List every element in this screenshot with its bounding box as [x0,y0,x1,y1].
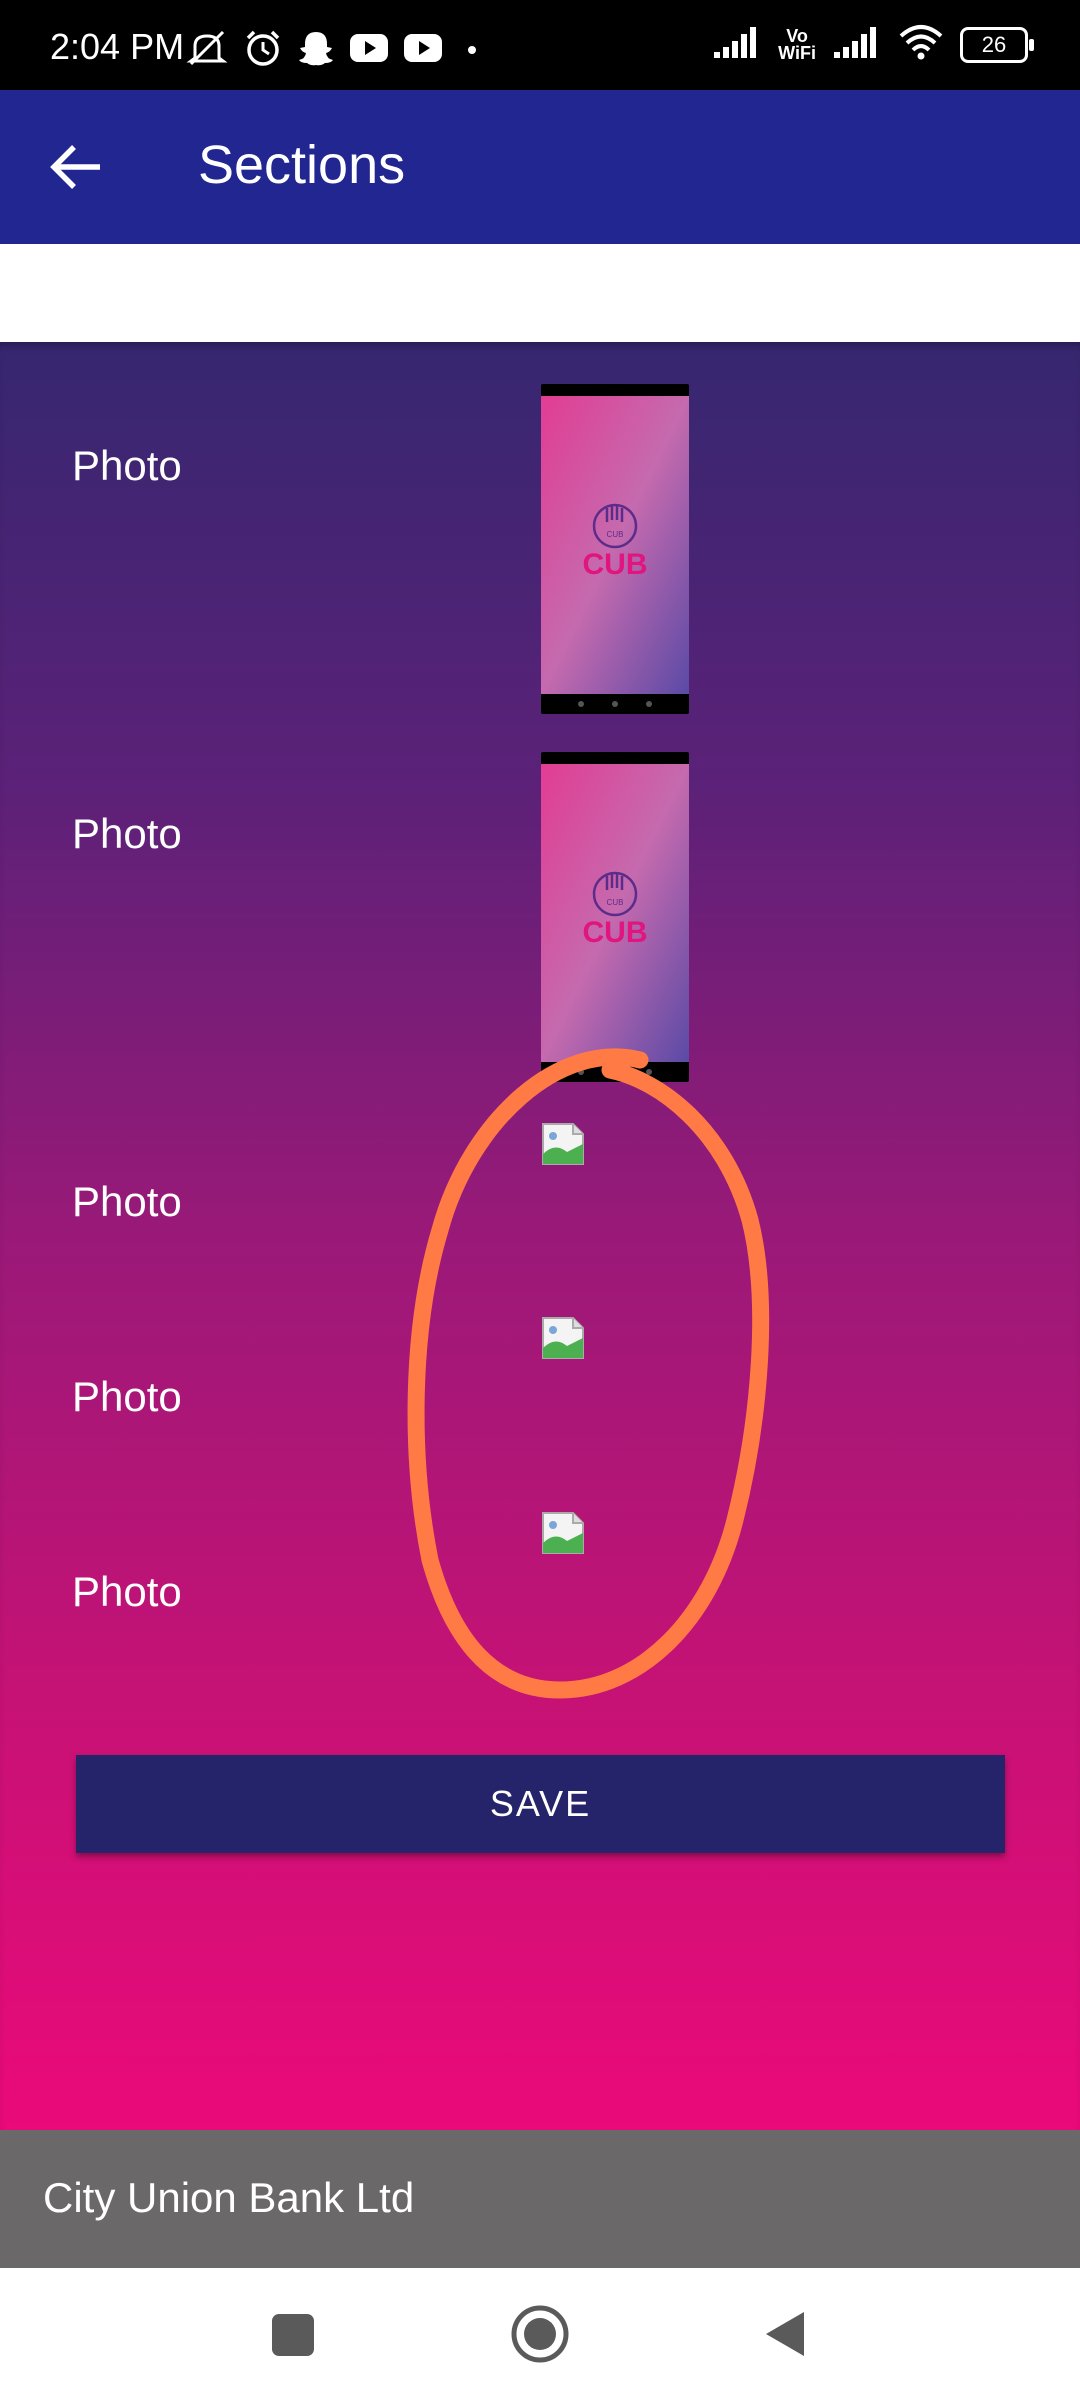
svg-text:CUB: CUB [583,548,648,581]
photo-label: Photo [72,442,182,489]
youtube-icon [403,32,443,69]
photo-label: Photo [72,810,182,857]
photo-label: Photo [72,1373,182,1420]
vowifi-icon: Vo WiFi [778,27,816,63]
broken-image-icon[interactable] [541,1316,585,1360]
snapchat-icon [297,29,335,72]
signal-icon [712,24,762,65]
page-title: Sections [198,135,406,195]
youtube-icon [349,32,389,69]
save-button[interactable]: SAVE [76,1755,1005,1853]
photo-thumbnail[interactable]: CUB CUB [541,384,689,714]
status-time: 2:04 PM [50,26,185,67]
svg-text:CUB: CUB [607,530,624,539]
sections-content: Photo CUB CUB Photo CUB CUB Photo Photo … [0,342,1080,2130]
home-circle-icon[interactable] [508,2302,572,2366]
signal-icon [832,24,882,65]
wifi-icon [898,24,944,65]
status-icons-right: Vo WiFi 26 [712,24,1034,65]
svg-text:CUB: CUB [583,916,648,949]
alarm-icon [243,28,283,73]
dot-icon [457,33,487,68]
app-bar: Sections [0,90,1080,244]
arrow-left-icon [50,145,100,189]
mute-icon [185,28,229,73]
svg-text:CUB: CUB [607,898,624,907]
footer-text: City Union Bank Ltd [43,2174,415,2221]
photo-label: Photo [72,1178,182,1225]
photo-label: Photo [72,1568,182,1615]
recents-square-icon[interactable] [260,2302,324,2366]
status-icons-left [185,28,487,73]
photo-thumbnail[interactable]: CUB CUB [541,752,689,1082]
broken-image-icon[interactable] [541,1122,585,1166]
back-triangle-icon[interactable] [754,2302,818,2366]
navigation-bar [0,2268,1080,2400]
vowifi-bottom: WiFi [778,42,816,63]
broken-image-icon[interactable] [541,1511,585,1555]
footer: City Union Bank Ltd [0,2130,1080,2268]
battery-icon: 26 [960,26,1034,63]
header-spacer [0,244,1080,342]
status-bar: 2:04 PM Vo WiFi 26 [0,0,1080,90]
back-button[interactable] [40,132,110,202]
